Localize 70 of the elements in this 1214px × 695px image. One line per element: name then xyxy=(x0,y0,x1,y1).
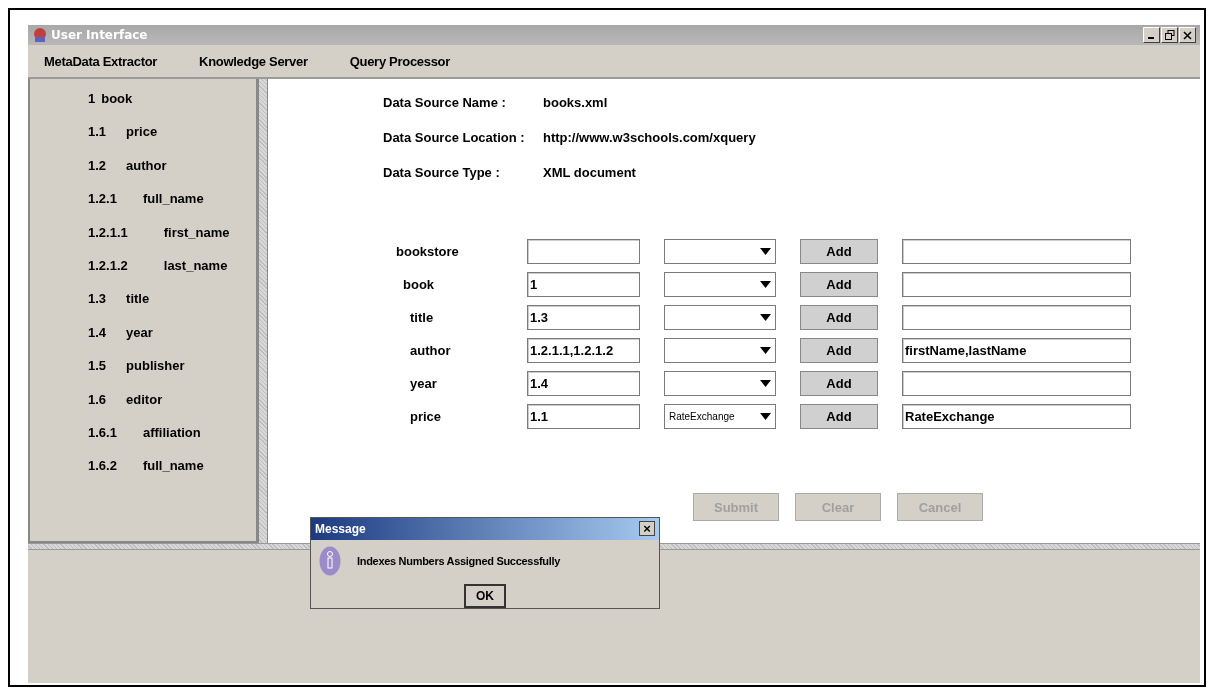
menu-item[interactable]: MetaData Extractor xyxy=(44,53,158,69)
caret-icon xyxy=(760,346,771,354)
dropdown[interactable] xyxy=(664,337,776,363)
info-icon xyxy=(319,545,341,576)
index-field[interactable]: 1.2.1.1,1.2.1.2 xyxy=(527,337,640,363)
field-label: book xyxy=(402,276,436,292)
add-button[interactable]: Add xyxy=(800,403,878,429)
caret-icon xyxy=(760,247,771,255)
mapping-field[interactable] xyxy=(902,238,1131,264)
info-label: Data Source Type : xyxy=(383,165,501,182)
caret-icon xyxy=(760,280,771,288)
caret-icon xyxy=(760,379,771,387)
dialog-message: Indexes Numbers Assigned Successfully xyxy=(357,554,561,567)
add-button[interactable]: Add xyxy=(800,370,878,396)
close-button[interactable]: × xyxy=(639,521,655,537)
dropdown[interactable] xyxy=(664,271,776,297)
tree-item[interactable]: 1.2.1.2 last_name xyxy=(88,257,256,292)
close-button[interactable] xyxy=(1179,27,1196,43)
index-field[interactable]: 1.4 xyxy=(527,370,640,396)
minimize-button[interactable] xyxy=(1143,27,1160,43)
field-label: year xyxy=(409,375,438,391)
info-label: Data Source Name : xyxy=(383,95,507,112)
add-button[interactable]: Add xyxy=(800,304,878,330)
restore-icon xyxy=(1164,30,1175,40)
maximize-button[interactable] xyxy=(1161,27,1178,43)
menu-item[interactable]: Query Processor xyxy=(349,53,450,69)
info-label: Data Source Location : xyxy=(383,130,526,147)
tree-item[interactable]: 1.6.2 full_name xyxy=(88,458,256,492)
tree-item[interactable]: 1.2.1.1 first_name xyxy=(88,224,256,258)
app-icon xyxy=(32,27,48,43)
tree-item[interactable]: 1.3 title xyxy=(88,291,256,325)
mapping-field[interactable] xyxy=(902,370,1131,396)
window-title: User Interface xyxy=(51,28,148,42)
dropdown[interactable] xyxy=(664,370,776,396)
tree-item[interactable]: 1.5 publisher xyxy=(88,358,256,392)
mapping-field[interactable]: RateExchange xyxy=(902,403,1131,429)
info-value: books.xml xyxy=(543,95,608,112)
caret-icon xyxy=(760,313,771,321)
dropdown[interactable]: RateExchange xyxy=(664,403,776,429)
add-button[interactable]: Add xyxy=(800,238,878,264)
mapping-field[interactable] xyxy=(902,271,1131,297)
caret-icon xyxy=(760,412,771,420)
mapping-field[interactable] xyxy=(902,304,1131,330)
index-field[interactable]: 1.3 xyxy=(527,304,640,330)
tree-item[interactable]: 1.4 year xyxy=(88,324,256,359)
field-label: author xyxy=(409,342,452,358)
ok-button[interactable]: OK xyxy=(464,583,506,608)
tree-item[interactable]: 1.6 editor xyxy=(88,391,256,425)
index-field[interactable]: 1 xyxy=(527,271,640,297)
tree-item[interactable]: 1.1 price xyxy=(88,124,256,158)
menu-item[interactable]: Knowledge Server xyxy=(199,53,308,69)
dialog-title: Message xyxy=(315,521,366,536)
field-label: title xyxy=(409,309,435,325)
dropdown[interactable] xyxy=(664,238,776,264)
tree-item[interactable]: 1.2.1 full_name xyxy=(88,191,256,225)
dropdown[interactable] xyxy=(664,304,776,330)
field-label: bookstore xyxy=(396,243,460,259)
close-icon xyxy=(1183,30,1192,40)
mapping-field[interactable]: firstName,lastName xyxy=(902,337,1131,363)
tree-item[interactable]: 1 book xyxy=(88,91,256,125)
tree-item[interactable]: 1.2 author xyxy=(88,157,256,192)
info-value: http://www.w3schools.com/xquery xyxy=(543,130,756,147)
add-button[interactable]: Add xyxy=(800,271,878,297)
index-field[interactable] xyxy=(527,238,640,264)
field-label: price xyxy=(409,408,443,424)
vertical-splitter[interactable] xyxy=(258,79,268,543)
add-button[interactable]: Add xyxy=(800,337,878,363)
index-field[interactable]: 1.1 xyxy=(527,403,640,429)
info-value: XML document xyxy=(543,165,636,182)
tree-item[interactable]: 1.6.1 affiliation xyxy=(88,424,256,459)
